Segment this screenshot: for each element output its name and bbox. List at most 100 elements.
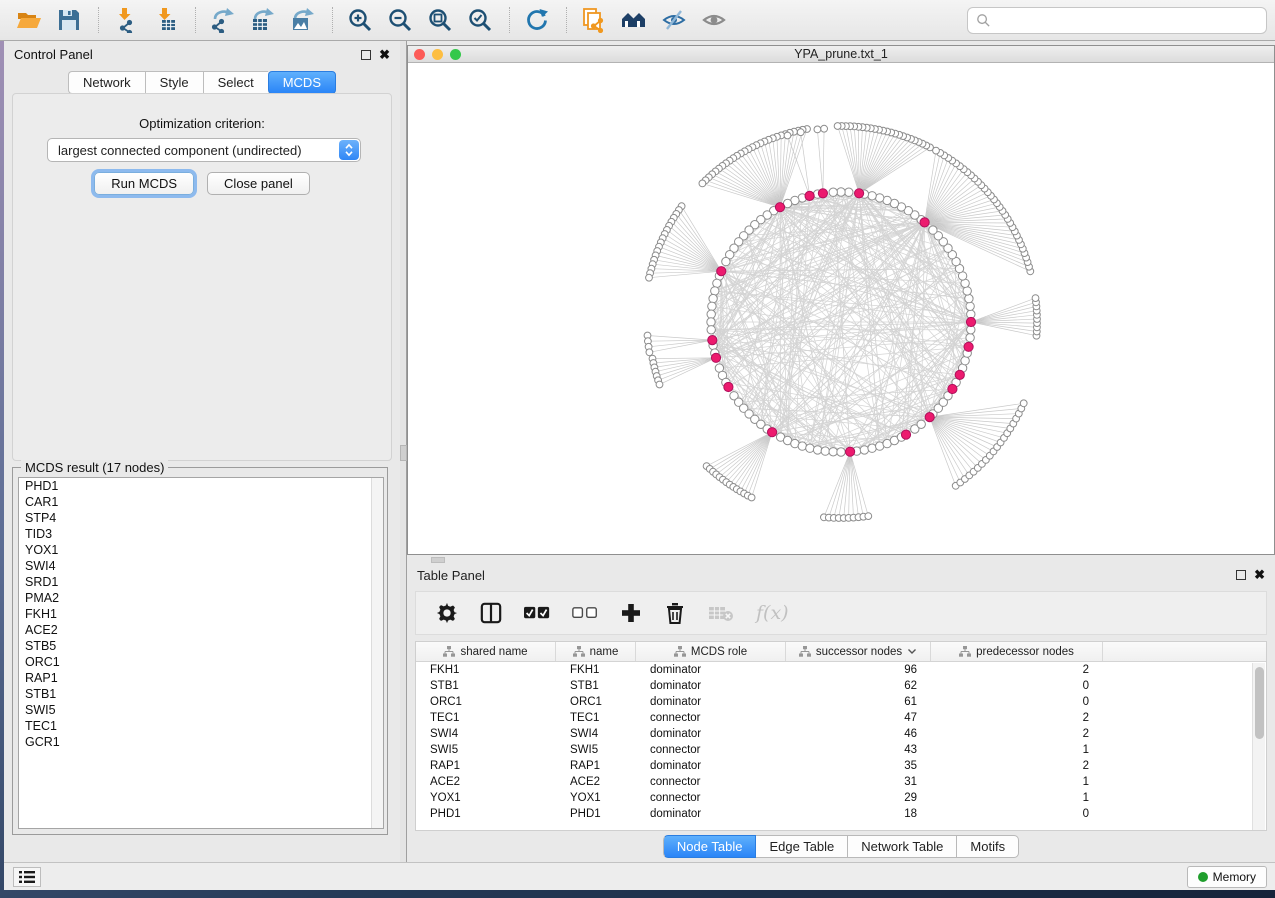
cell-MCDS-role[interactable]: dominator [636,664,786,676]
cell-shared-name[interactable]: FKH1 [416,664,556,676]
table-row[interactable]: RAP1RAP1dominator352 [416,758,1266,774]
select-all-button[interactable] [524,600,550,626]
cell-successor-nodes[interactable]: 96 [786,664,931,676]
tab-motifs[interactable]: Motifs [957,835,1019,858]
tab-edge-table[interactable]: Edge Table [756,835,848,858]
mcds-result-item[interactable]: TEC1 [19,718,383,734]
close-window-icon[interactable] [414,49,425,60]
cell-shared-name[interactable]: TEC1 [416,712,556,724]
cell-shared-name[interactable]: PHD1 [416,808,556,820]
cell-predecessor-nodes[interactable]: 1 [931,744,1103,756]
cell-shared-name[interactable]: STB1 [416,680,556,692]
cell-shared-name[interactable]: SWI4 [416,728,556,740]
columns-button[interactable] [480,600,502,626]
add-column-button[interactable] [620,600,642,626]
node-table-header[interactable]: shared namenameMCDS rolesuccessor nodesp… [416,642,1266,662]
cell-predecessor-nodes[interactable]: 2 [931,760,1103,772]
column-header-shared-name[interactable]: shared name [416,642,556,661]
refresh-button[interactable] [520,5,554,35]
cell-name[interactable]: ACE2 [556,776,636,788]
cell-MCDS-role[interactable]: dominator [636,760,786,772]
network-canvas[interactable] [408,63,1274,554]
mcds-result-item[interactable]: PMA2 [19,590,383,606]
delete-column-button[interactable] [664,600,686,626]
cell-MCDS-role[interactable]: dominator [636,728,786,740]
cell-successor-nodes[interactable]: 29 [786,792,931,804]
table-row[interactable]: TEC1TEC1connector472 [416,710,1266,726]
cell-shared-name[interactable]: RAP1 [416,760,556,772]
table-row[interactable]: SWI4SWI4dominator462 [416,726,1266,742]
open-file-button[interactable] [12,5,46,35]
table-row[interactable]: SWI5SWI5connector431 [416,742,1266,758]
cell-MCDS-role[interactable]: connector [636,744,786,756]
close-panel-button[interactable]: Close panel [207,172,310,195]
cell-shared-name[interactable]: YOX1 [416,792,556,804]
import-table-button[interactable] [149,5,183,35]
search-input[interactable] [991,8,1266,33]
mcds-result-item[interactable]: RAP1 [19,670,383,686]
cell-MCDS-role[interactable]: dominator [636,808,786,820]
cell-name[interactable]: PHD1 [556,808,636,820]
criterion-dropdown[interactable]: largest connected component (undirected) [47,138,361,162]
cell-name[interactable]: ORC1 [556,696,636,708]
cell-predecessor-nodes[interactable]: 2 [931,664,1103,676]
panel-list-button[interactable] [13,867,41,887]
node-table-scrollbar[interactable] [1252,663,1265,831]
maximize-window-icon[interactable] [450,49,461,60]
first-neighbors-button[interactable] [617,5,651,35]
column-header-name[interactable]: name [556,642,636,661]
cell-name[interactable]: SWI4 [556,728,636,740]
node-table-scroll-thumb[interactable] [1255,667,1264,739]
search-box[interactable] [967,7,1267,34]
export-table-button[interactable] [246,5,280,35]
cell-successor-nodes[interactable]: 31 [786,776,931,788]
table-row[interactable]: ORC1ORC1dominator610 [416,694,1266,710]
cell-MCDS-role[interactable]: dominator [636,696,786,708]
cell-name[interactable]: TEC1 [556,712,636,724]
zoom-selected-button[interactable] [463,5,497,35]
cell-successor-nodes[interactable]: 35 [786,760,931,772]
vertical-splitter-handle[interactable] [400,445,407,461]
mcds-result-item[interactable]: SWI4 [19,558,383,574]
hide-selected-button[interactable] [657,5,691,35]
cell-predecessor-nodes[interactable]: 0 [931,680,1103,692]
float-panel-icon[interactable] [361,50,371,60]
cell-predecessor-nodes[interactable]: 0 [931,696,1103,708]
zoom-out-button[interactable] [383,5,417,35]
cell-shared-name[interactable]: SWI5 [416,744,556,756]
vertical-splitter[interactable] [400,41,407,862]
table-row[interactable]: PHD1PHD1dominator180 [416,806,1266,822]
mcds-result-item[interactable]: FKH1 [19,606,383,622]
zoom-in-button[interactable] [343,5,377,35]
close-table-panel-icon[interactable]: ✖ [1254,570,1265,580]
cell-successor-nodes[interactable]: 43 [786,744,931,756]
cell-successor-nodes[interactable]: 62 [786,680,931,692]
export-image-button[interactable] [286,5,320,35]
mcds-list-scrollbar[interactable] [371,478,383,828]
cell-predecessor-nodes[interactable]: 2 [931,728,1103,740]
mcds-result-item[interactable]: PHD1 [19,478,383,494]
cell-name[interactable]: SWI5 [556,744,636,756]
cell-name[interactable]: YOX1 [556,792,636,804]
cell-predecessor-nodes[interactable]: 1 [931,776,1103,788]
mcds-result-item[interactable]: STB5 [19,638,383,654]
mcds-result-item[interactable]: CAR1 [19,494,383,510]
cell-predecessor-nodes[interactable]: 0 [931,808,1103,820]
run-mcds-button[interactable]: Run MCDS [94,172,194,195]
column-header-MCDS-role[interactable]: MCDS role [636,642,786,661]
table-row[interactable]: STB1STB1dominator620 [416,678,1266,694]
mcds-result-item[interactable]: GCR1 [19,734,383,750]
network-graph[interactable] [408,63,1274,554]
cell-successor-nodes[interactable]: 47 [786,712,931,724]
cell-name[interactable]: RAP1 [556,760,636,772]
clone-network-button[interactable] [577,5,611,35]
mcds-result-item[interactable]: STB1 [19,686,383,702]
mcds-result-item[interactable]: YOX1 [19,542,383,558]
cell-shared-name[interactable]: ACE2 [416,776,556,788]
cell-shared-name[interactable]: ORC1 [416,696,556,708]
table-row[interactable]: ACE2ACE2connector311 [416,774,1266,790]
close-panel-icon[interactable]: ✖ [379,50,390,60]
save-session-button[interactable] [52,5,86,35]
import-network-button[interactable] [109,5,143,35]
mcds-result-list[interactable]: PHD1CAR1STP4TID3YOX1SWI4SRD1PMA2FKH1ACE2… [18,477,384,829]
